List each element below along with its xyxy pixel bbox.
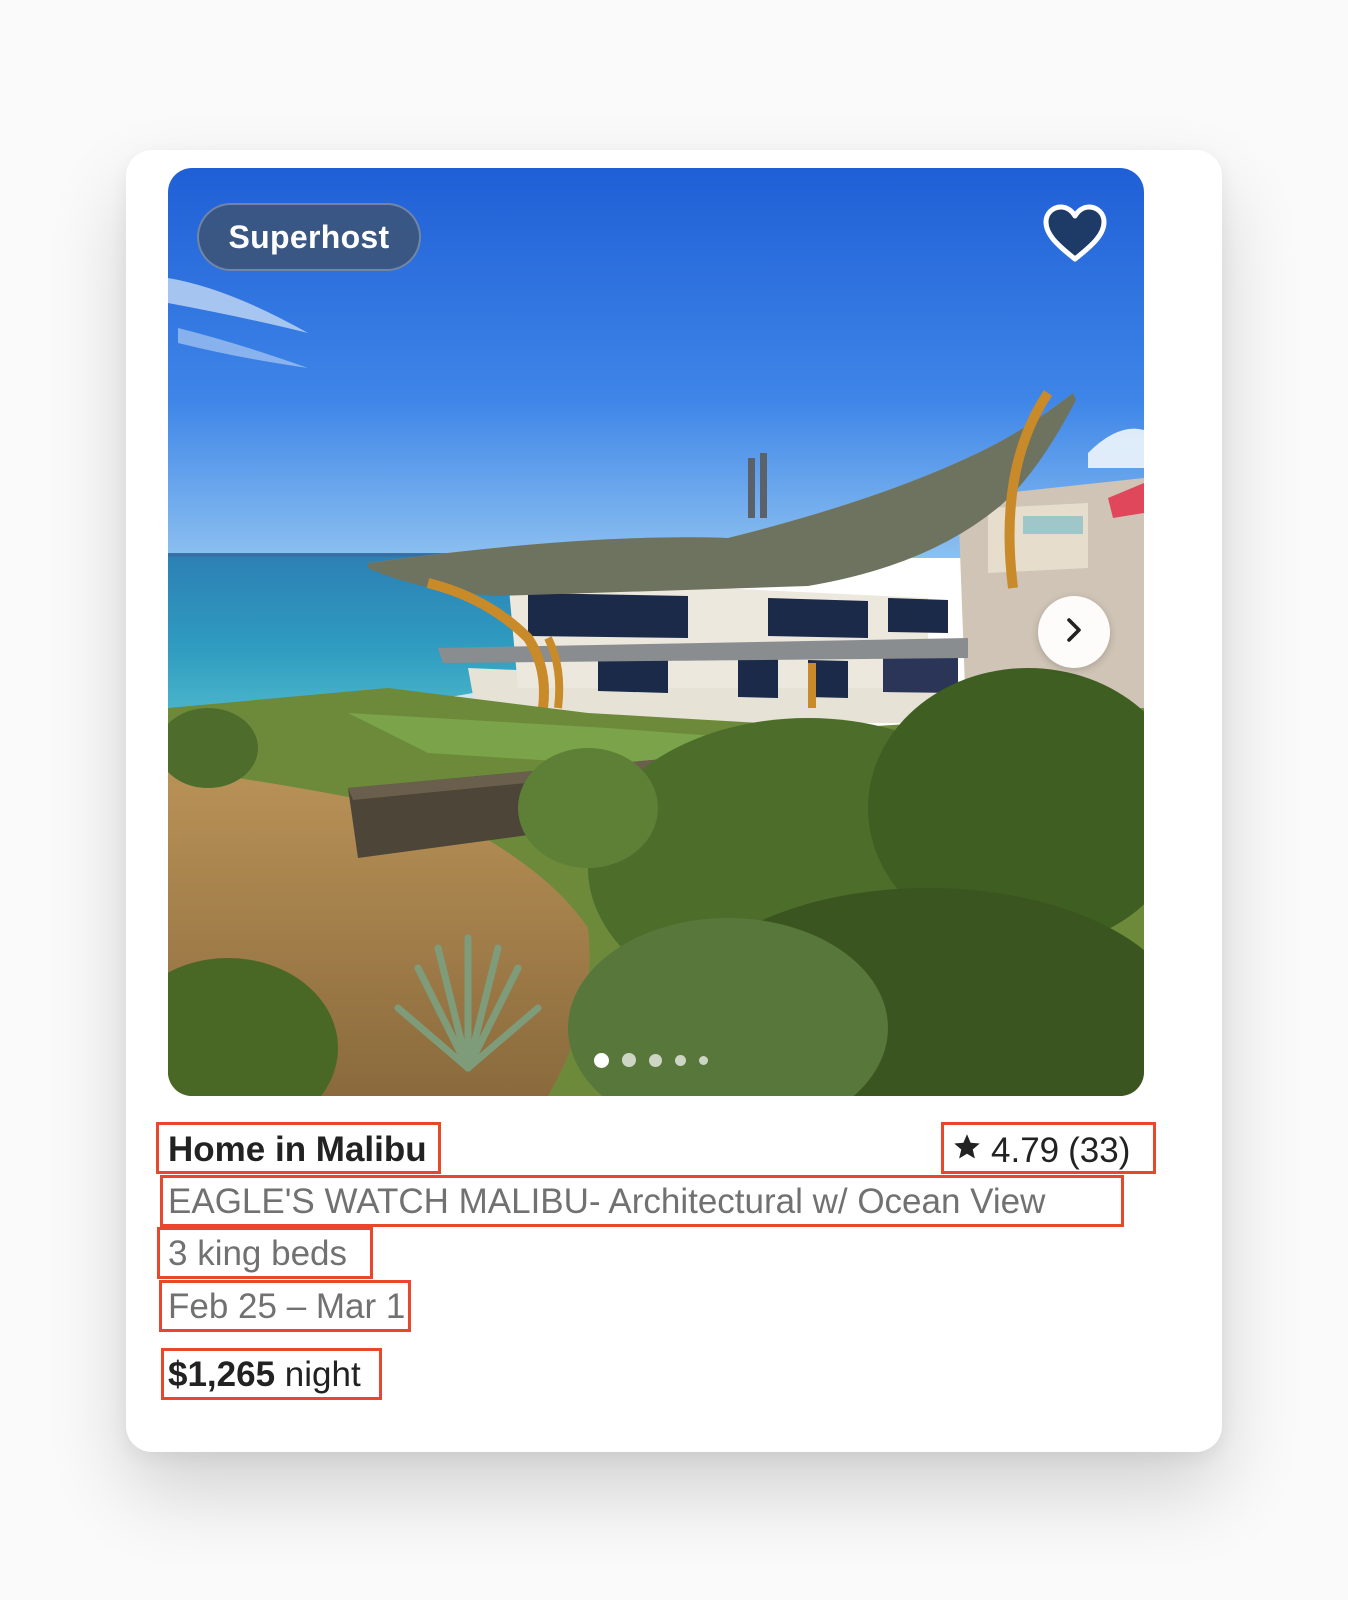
heart-icon[interactable] [1042, 204, 1108, 264]
carousel-dot[interactable] [675, 1054, 686, 1066]
highlight-box [157, 1227, 373, 1279]
highlight-box [159, 1280, 411, 1332]
highlight-box [156, 1122, 441, 1174]
chevron-right-icon [1062, 616, 1086, 649]
highlight-box [160, 1175, 1124, 1227]
superhost-badge: Superhost [197, 203, 421, 271]
highlight-box [161, 1348, 382, 1400]
carousel-dot[interactable] [649, 1053, 662, 1067]
carousel-dots [594, 1050, 708, 1070]
carousel-dot[interactable] [622, 1053, 636, 1067]
next-image-button[interactable] [1038, 596, 1110, 668]
carousel-dot[interactable] [594, 1052, 609, 1068]
highlight-box [941, 1122, 1156, 1174]
listing-photo[interactable] [168, 168, 1144, 1096]
carousel-dot[interactable] [699, 1055, 708, 1065]
